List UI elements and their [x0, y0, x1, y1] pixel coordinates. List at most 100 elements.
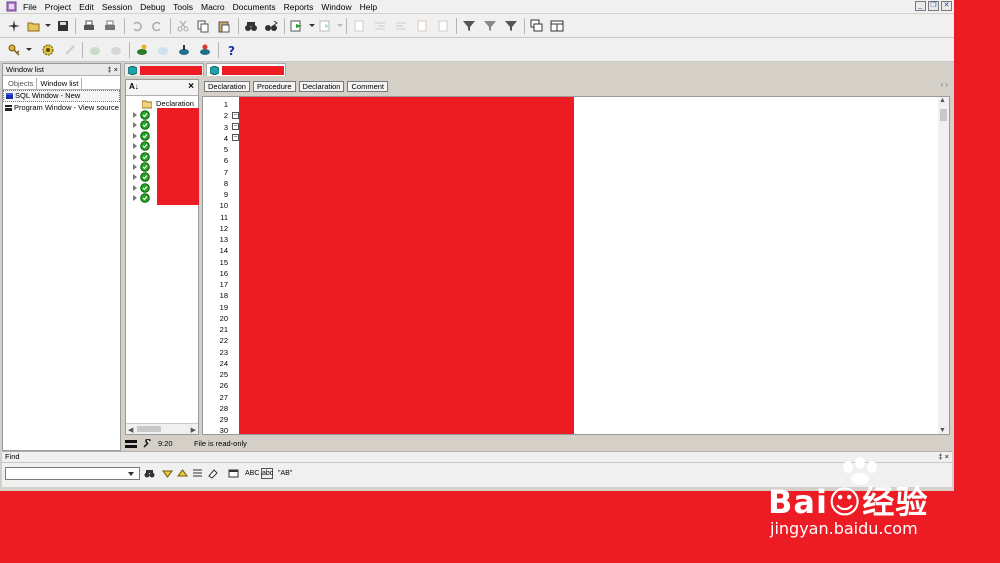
execute-disabled-dropdown-icon[interactable] [337, 24, 343, 27]
whole-word-toggle[interactable]: abc [261, 468, 273, 479]
print-icon[interactable] [82, 19, 96, 33]
undo-icon[interactable] [130, 19, 144, 33]
gear-icon[interactable] [41, 43, 55, 57]
print-preview-icon[interactable] [103, 19, 117, 33]
database-disconnect-icon[interactable] [198, 43, 212, 57]
scroll-up-icon[interactable]: ▲ [939, 97, 946, 104]
highlight-all-icon[interactable] [192, 468, 203, 479]
execute-disabled-icon[interactable] [319, 19, 333, 33]
database-disabled-icon[interactable] [156, 43, 170, 57]
menu-file[interactable]: File [23, 1, 37, 13]
database-add-icon[interactable] [135, 43, 149, 57]
filter-comment-button[interactable]: Comment [347, 81, 388, 92]
tab-window-list[interactable]: Window list [36, 78, 83, 89]
regex-toggle[interactable]: "AB" [278, 468, 292, 479]
sort-az-icon[interactable]: A↓ [129, 82, 139, 91]
redo-icon[interactable] [150, 19, 164, 33]
filter-declaration-button[interactable]: Declaration [204, 81, 250, 92]
expand-arrow-icon[interactable] [133, 122, 137, 129]
eraser-icon[interactable] [207, 468, 218, 479]
filter-nav-arrows[interactable]: ‹ › [940, 80, 948, 89]
find-previous-up-icon[interactable] [177, 468, 188, 479]
scroll-right-icon[interactable]: ▶ [191, 426, 196, 434]
expand-arrow-icon[interactable] [133, 112, 137, 118]
logon-dropdown-icon[interactable] [26, 48, 32, 51]
tab-objects[interactable]: Objects [5, 78, 36, 89]
toolbar-separator [524, 18, 525, 34]
window-list-item-sql[interactable]: SQL Window - New [3, 90, 120, 102]
expand-arrow-icon[interactable] [133, 174, 137, 181]
doc-tab-2[interactable] [206, 63, 286, 76]
menu-window[interactable]: Window [321, 1, 351, 13]
filter-declaration-2-button[interactable]: Declaration [298, 81, 345, 92]
find-next-down-icon[interactable] [162, 468, 173, 479]
menu-reports[interactable]: Reports [284, 1, 314, 13]
expand-arrow-icon[interactable] [133, 195, 137, 202]
execute-green-icon[interactable] [290, 19, 304, 33]
commit-disabled-icon[interactable] [88, 43, 102, 57]
cut-icon[interactable] [176, 19, 190, 33]
document-disabled-icon[interactable] [352, 19, 366, 33]
find-window-icon[interactable] [228, 468, 239, 479]
expand-arrow-icon[interactable] [133, 184, 137, 191]
editor-vertical-scrollbar[interactable]: ▲ ▼ [938, 97, 949, 434]
filter-funnel-2-icon[interactable] [483, 19, 497, 33]
tree-close-icon[interactable]: × [188, 81, 194, 92]
tile-windows-icon[interactable] [550, 19, 564, 33]
expand-arrow-icon[interactable] [133, 153, 137, 160]
close-icon[interactable]: ✕ [941, 1, 952, 11]
scroll-thumb[interactable] [940, 109, 947, 121]
find-binoculars-icon[interactable] [244, 19, 258, 33]
code-editor[interactable]: 1 2 3 4 5 6 7 8 9 10 11 12 13 14 15 16 17 18 19 20 21 22 23 24 2… [202, 96, 950, 435]
window-list-pin-close[interactable]: ‡ × [107, 64, 118, 75]
menu-tools[interactable]: Tools [173, 1, 193, 13]
help-question-icon[interactable]: ? [224, 43, 238, 57]
comment-disabled-icon[interactable] [415, 19, 429, 33]
fold-collapse-icon[interactable]: – [232, 134, 239, 141]
expand-arrow-icon[interactable] [133, 164, 137, 170]
execute-dropdown-icon[interactable] [309, 24, 315, 27]
break-disabled-icon[interactable] [63, 43, 77, 57]
find-input[interactable] [5, 467, 140, 480]
replace-icon[interactable] [264, 19, 278, 33]
window-list-item-program[interactable]: Program Window - View source of [3, 102, 120, 114]
open-dropdown-icon[interactable] [45, 24, 51, 27]
expand-arrow-icon[interactable] [133, 143, 137, 150]
filter-funnel-3-icon[interactable] [504, 19, 518, 33]
restore-icon[interactable]: ❐ [928, 1, 939, 11]
menu-edit[interactable]: Edit [79, 1, 94, 13]
scroll-thumb[interactable] [137, 426, 161, 432]
rollback-disabled-icon[interactable] [109, 43, 123, 57]
find-binoculars-icon[interactable] [144, 468, 155, 479]
indent-disabled-icon[interactable] [373, 19, 387, 33]
fold-collapse-icon[interactable]: – [232, 112, 239, 119]
menu-session[interactable]: Session [102, 1, 132, 13]
scroll-left-icon[interactable]: ◀ [128, 426, 133, 434]
filter-procedure-button[interactable]: Procedure [252, 81, 296, 92]
tree-horizontal-scrollbar[interactable]: ◀ ▶ [126, 423, 198, 434]
save-disk-icon[interactable] [56, 19, 70, 33]
menu-documents[interactable]: Documents [233, 1, 276, 13]
database-connect-icon[interactable] [177, 43, 191, 57]
doc-tab-1[interactable] [124, 63, 204, 76]
menu-debug[interactable]: Debug [140, 1, 165, 13]
match-case-toggle[interactable]: ABC [245, 468, 259, 479]
menu-help[interactable]: Help [360, 1, 377, 13]
new-sparkle-icon[interactable] [7, 19, 21, 33]
procedure-node-icon [140, 182, 150, 193]
menu-macro[interactable]: Macro [201, 1, 225, 13]
paste-icon[interactable] [217, 19, 231, 33]
scroll-down-icon[interactable]: ▼ [939, 427, 946, 434]
outdent-disabled-icon[interactable] [394, 19, 408, 33]
cascade-windows-icon[interactable] [530, 19, 544, 33]
copy-icon[interactable] [196, 19, 210, 33]
expand-arrow-icon[interactable] [133, 132, 137, 139]
open-folder-icon[interactable] [27, 19, 41, 33]
uncomment-disabled-icon[interactable] [436, 19, 450, 33]
key-icon[interactable] [7, 43, 21, 57]
minimize-icon[interactable]: _ [915, 1, 926, 11]
find-history-dropdown-icon[interactable] [128, 472, 134, 476]
fold-collapse-icon[interactable]: – [232, 123, 239, 130]
filter-funnel-icon[interactable] [462, 19, 476, 33]
menu-project[interactable]: Project [45, 1, 71, 13]
